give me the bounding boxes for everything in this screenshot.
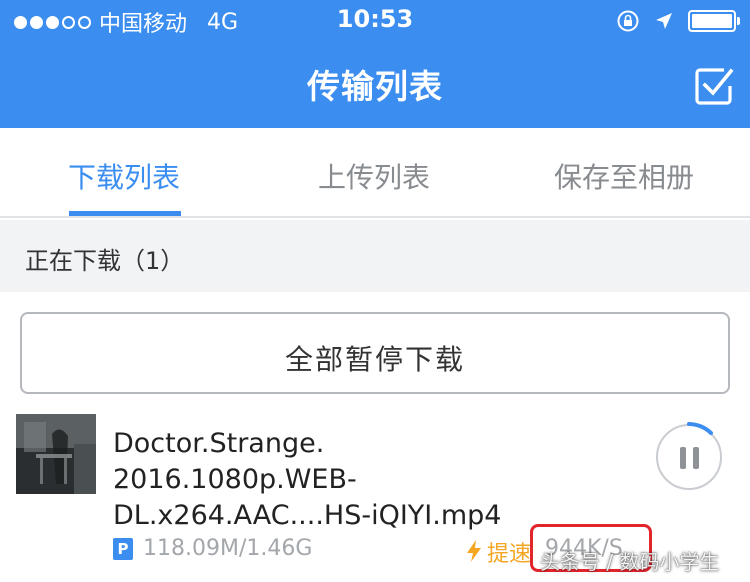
thumbnail-image [16, 414, 96, 494]
tab-save-to-album[interactable]: 保存至相册 [554, 156, 694, 196]
tab-upload-list[interactable]: 上传列表 [318, 156, 430, 196]
p-badge-icon: P [113, 538, 133, 560]
checkbox-edit-icon[interactable] [694, 66, 734, 106]
speedup-link[interactable]: 提速 [487, 536, 531, 568]
active-tab-indicator [69, 211, 181, 216]
lightning-icon [467, 540, 481, 562]
tab-bar: 下载列表 上传列表 保存至相册 [0, 128, 750, 218]
rotation-lock-icon [617, 10, 639, 32]
location-arrow-icon [656, 13, 672, 29]
file-name: Doctor.Strange. 2016.1080p.WEB- DL.x264.… [113, 426, 633, 534]
status-bar: 中国移动 4G 10:53 [0, 0, 750, 40]
tab-download-list[interactable]: 下载列表 [68, 156, 180, 196]
watermark: 头条号 / 数码小学生 [540, 550, 720, 574]
file-name-text: Doctor.Strange. 2016.1080p.WEB- DL.x264.… [113, 428, 502, 531]
pause-all-label: 全部暂停下载 [284, 343, 465, 376]
progress-ring [687, 422, 713, 435]
header: 中国移动 4G 10:53 传输列表 [0, 0, 750, 128]
battery-icon [688, 10, 740, 32]
pause-all-button[interactable]: 全部暂停下载 [20, 312, 730, 394]
status-icons [616, 9, 740, 33]
section-title: 正在下载（1） [25, 247, 185, 275]
section-header: 正在下载（1） [0, 220, 750, 292]
video-thumbnail [16, 414, 96, 494]
download-size: 118.09M/1.46G [143, 536, 313, 561]
page-title: 传输列表 [307, 67, 443, 106]
